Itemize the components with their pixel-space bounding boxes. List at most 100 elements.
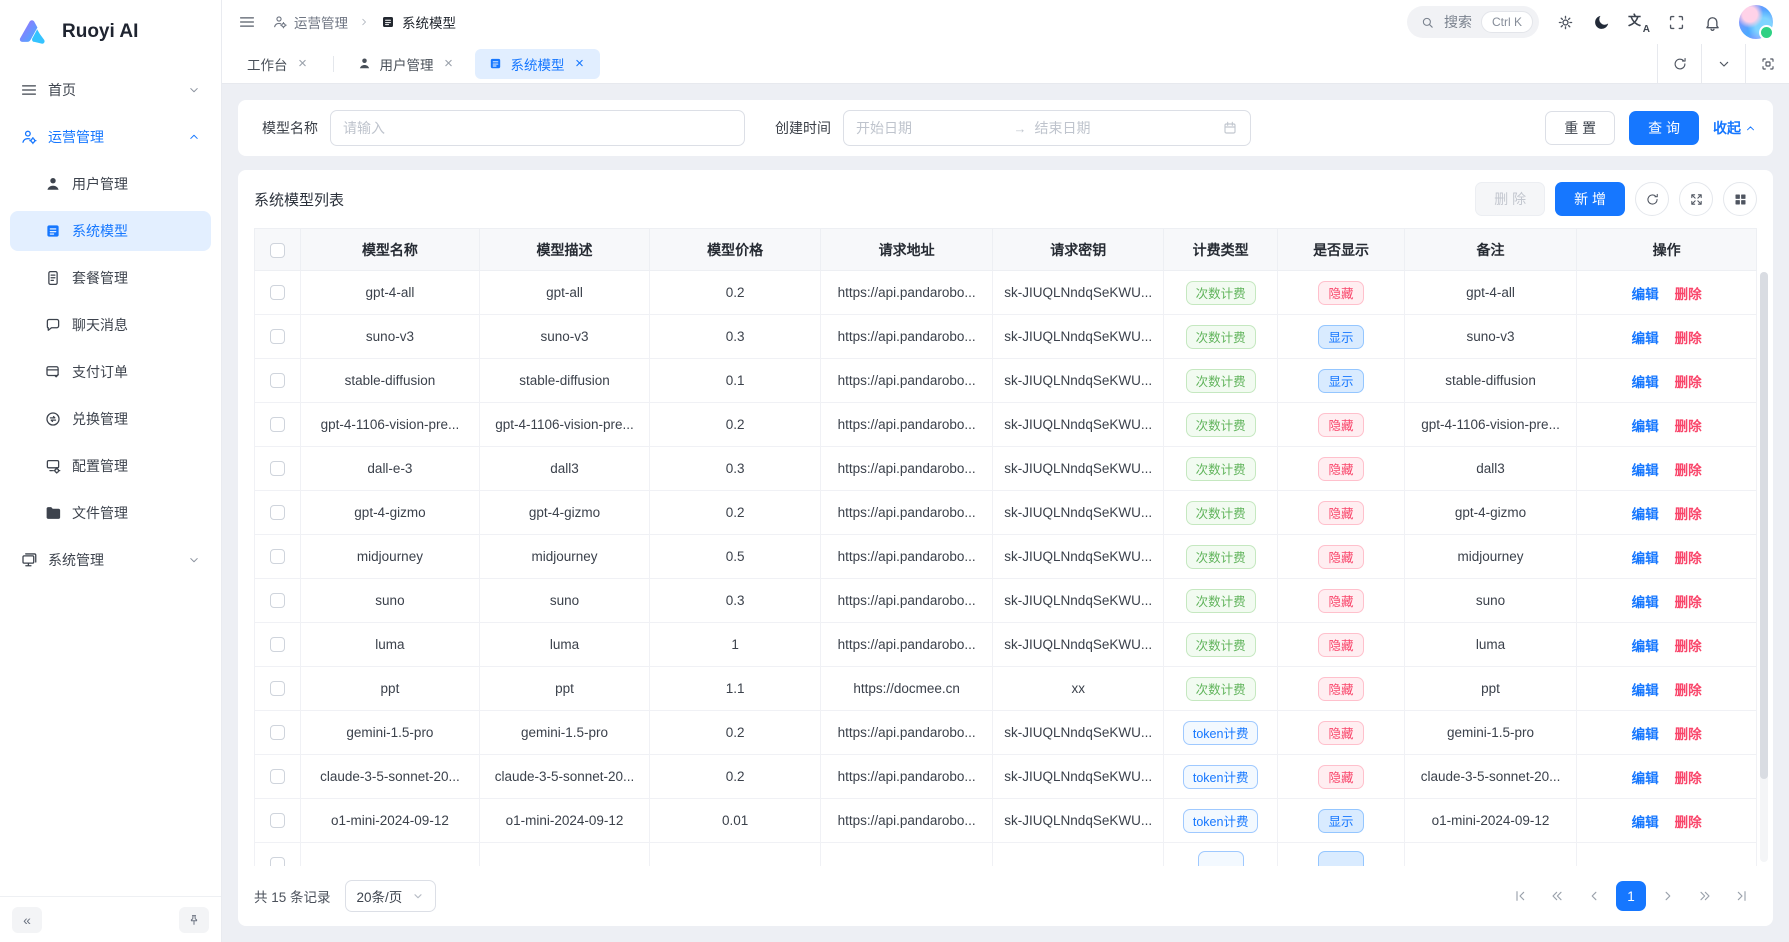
delete-link[interactable]: 删除	[1675, 331, 1702, 346]
row-checkbox[interactable]	[270, 637, 285, 652]
hamburger-icon[interactable]	[238, 13, 256, 31]
date-range-picker[interactable]: 开始日期 → 结束日期	[843, 110, 1251, 146]
edit-link[interactable]: 编辑	[1632, 683, 1659, 698]
delete-link[interactable]: 删除	[1675, 771, 1702, 786]
tab-workbench[interactable]: 工作台×	[234, 49, 323, 79]
bell-icon[interactable]	[1703, 13, 1722, 32]
tab-user-management[interactable]: 用户管理×	[344, 49, 469, 79]
delete-link[interactable]: 删除	[1675, 683, 1702, 698]
select-all-checkbox[interactable]	[270, 243, 285, 258]
user-avatar[interactable]	[1739, 5, 1773, 39]
refresh-tab-button[interactable]	[1657, 44, 1701, 83]
prev-page-button[interactable]	[1579, 881, 1609, 911]
page-size-select[interactable]: 20条/页	[345, 880, 437, 912]
delete-link[interactable]: 删除	[1675, 375, 1702, 390]
delete-link[interactable]: 删除	[1675, 815, 1702, 830]
query-button[interactable]: 查 询	[1629, 111, 1699, 145]
column-settings-button[interactable]	[1723, 182, 1757, 216]
scrollbar-thumb[interactable]	[1760, 272, 1768, 779]
sidebar-item-user-management[interactable]: 用户管理	[10, 164, 211, 204]
delete-link[interactable]: 删除	[1675, 419, 1702, 434]
translate-icon[interactable]: 文 A	[1628, 12, 1650, 32]
delete-link[interactable]: 删除	[1675, 639, 1702, 654]
tab-system-models[interactable]: 系统模型×	[475, 49, 600, 79]
delete-link[interactable]: 删除	[1675, 507, 1702, 522]
sidebar-collapse-button[interactable]: «	[12, 907, 42, 933]
breadcrumb-item-system-models[interactable]: 系统模型	[380, 12, 456, 32]
row-checkbox[interactable]	[270, 505, 285, 520]
delete-link[interactable]: 删除	[1675, 727, 1702, 742]
reset-button[interactable]: 重 置	[1545, 111, 1615, 145]
row-checkbox[interactable]	[270, 769, 285, 784]
row-checkbox[interactable]	[270, 813, 285, 828]
sidebar-item-config-management[interactable]: 配置管理	[10, 446, 211, 486]
row-checkbox[interactable]	[270, 285, 285, 300]
breadcrumb-item-operations[interactable]: 运营管理	[272, 12, 348, 32]
content-fullscreen-button[interactable]	[1745, 44, 1789, 83]
delete-link[interactable]: 删除	[1675, 551, 1702, 566]
edit-link[interactable]: 编辑	[1632, 507, 1659, 522]
delete-link[interactable]: 删除	[1675, 287, 1702, 302]
close-icon[interactable]: ×	[573, 56, 587, 72]
last-page-button[interactable]	[1727, 881, 1757, 911]
sidebar-item-chat-messages[interactable]: 聊天消息	[10, 305, 211, 345]
fullscreen-icon[interactable]	[1667, 13, 1686, 32]
expand-table-button[interactable]	[1679, 182, 1713, 216]
global-search[interactable]: 搜索 Ctrl K	[1407, 6, 1539, 38]
edit-link[interactable]: 编辑	[1632, 551, 1659, 566]
cell-price: 0.2	[650, 271, 821, 315]
row-checkbox[interactable]	[270, 593, 285, 608]
row-checkbox[interactable]	[270, 329, 285, 344]
row-checkbox[interactable]	[270, 417, 285, 432]
first-page-button[interactable]	[1505, 881, 1535, 911]
sidebar-item-operations[interactable]: 运营管理	[10, 117, 211, 157]
delete-selected-button[interactable]: 删 除	[1475, 182, 1545, 216]
edit-link[interactable]: 编辑	[1632, 727, 1659, 742]
edit-link[interactable]: 编辑	[1632, 815, 1659, 830]
sidebar-item-home[interactable]: 首页	[10, 70, 211, 110]
gear-icon[interactable]	[1556, 13, 1575, 32]
model-name-input[interactable]	[330, 110, 745, 146]
sidebar-item-label: 聊天消息	[72, 315, 201, 335]
next-page-button[interactable]	[1653, 881, 1683, 911]
sidebar-item-payment-orders[interactable]: 支付订单	[10, 352, 211, 392]
row-checkbox[interactable]	[270, 725, 285, 740]
edit-link[interactable]: 编辑	[1632, 463, 1659, 478]
edit-link[interactable]: 编辑	[1632, 331, 1659, 346]
next-jump-button[interactable]	[1690, 881, 1720, 911]
row-checkbox[interactable]	[270, 857, 285, 866]
cell-remark: luma	[1404, 623, 1577, 667]
start-date-placeholder[interactable]: 开始日期	[856, 118, 1006, 138]
edit-link[interactable]: 编辑	[1632, 771, 1659, 786]
create-time-label: 创建时间	[775, 118, 831, 138]
edit-link[interactable]: 编辑	[1632, 419, 1659, 434]
delete-link[interactable]: 删除	[1675, 595, 1702, 610]
dark-mode-moon-icon[interactable]	[1592, 13, 1611, 32]
edit-link[interactable]: 编辑	[1632, 375, 1659, 390]
current-page-button[interactable]: 1	[1616, 881, 1646, 911]
sidebar-item-redeem-management[interactable]: 兑换管理	[10, 399, 211, 439]
prev-jump-button[interactable]	[1542, 881, 1572, 911]
add-button[interactable]: 新 增	[1555, 182, 1625, 216]
tab-menu-button[interactable]	[1701, 44, 1745, 83]
row-checkbox[interactable]	[270, 549, 285, 564]
collapse-filter-link[interactable]: 收起	[1713, 118, 1757, 138]
close-icon[interactable]: ×	[442, 56, 456, 72]
reload-table-button[interactable]	[1635, 182, 1669, 216]
sidebar-item-file-management[interactable]: 文件管理	[10, 493, 211, 533]
close-icon[interactable]: ×	[296, 56, 310, 72]
table-scrollbar[interactable]	[1760, 272, 1768, 862]
sidebar-item-system-models[interactable]: 系统模型	[10, 211, 211, 251]
sidebar-item-system-management[interactable]: 系统管理	[10, 540, 211, 580]
edit-link[interactable]: 编辑	[1632, 287, 1659, 302]
delete-link[interactable]: 删除	[1675, 463, 1702, 478]
row-checkbox[interactable]	[270, 461, 285, 476]
end-date-placeholder[interactable]: 结束日期	[1035, 118, 1214, 138]
edit-link[interactable]: 编辑	[1632, 595, 1659, 610]
row-checkbox[interactable]	[270, 681, 285, 696]
edit-link[interactable]: 编辑	[1632, 639, 1659, 654]
sidebar-item-package-management[interactable]: 套餐管理	[10, 258, 211, 298]
cell-desc: suno-v3	[479, 315, 650, 359]
pin-icon[interactable]	[179, 907, 209, 933]
row-checkbox[interactable]	[270, 373, 285, 388]
